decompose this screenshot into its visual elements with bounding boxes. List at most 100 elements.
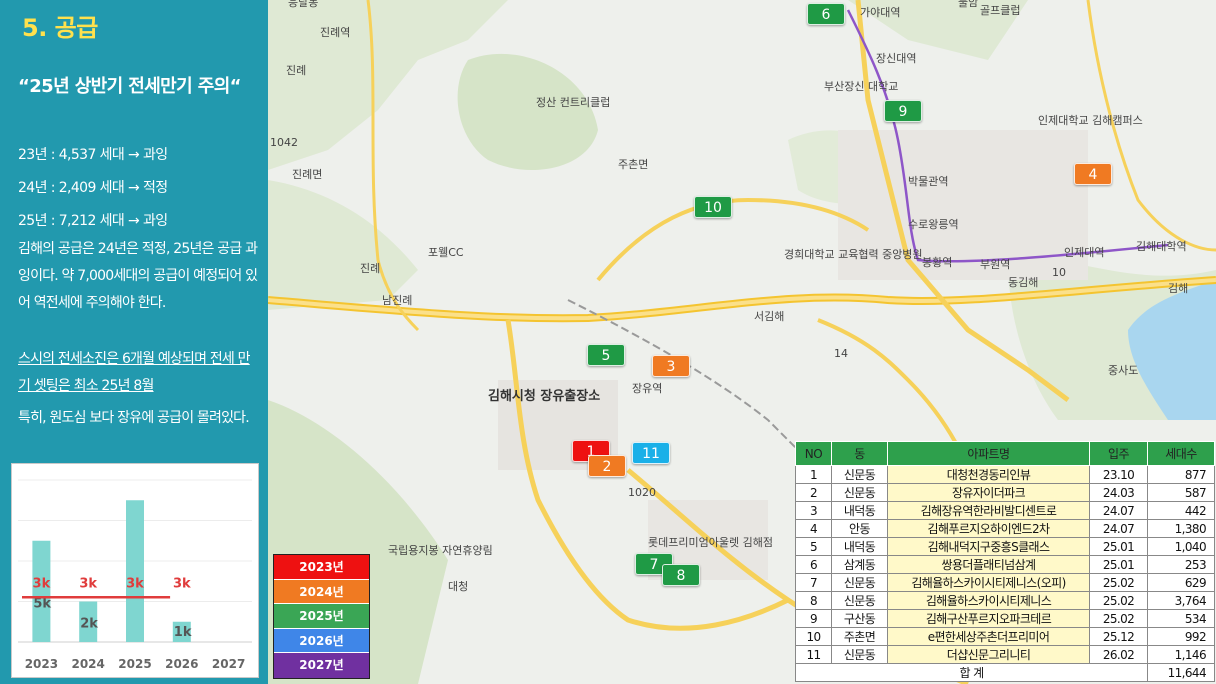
map-green-area: [457, 53, 598, 170]
map-label: 김해: [1168, 281, 1188, 295]
row-apartment: 김해율하스카이시티제니스: [887, 591, 1090, 610]
row-dong: 신문동: [831, 645, 888, 664]
map-label: 봉황역: [922, 256, 952, 269]
row-move-in: 25.01: [1089, 537, 1148, 556]
row-dong: 내덕동: [831, 501, 888, 520]
row-dong: 신문동: [831, 573, 888, 592]
row-move-in: 24.07: [1089, 519, 1148, 538]
map-label: 정산 컨트리클럽: [536, 95, 610, 109]
row-apartment: 김해장유역한라비발디센트로: [887, 501, 1090, 520]
headline: “25년 상반기 전세만기 주의“: [18, 76, 242, 97]
row-no: 9: [795, 609, 832, 628]
table-row: 11 신문동 더샵신문그리니티 26.02 1,146: [795, 645, 1215, 664]
row-households: 534: [1147, 609, 1215, 628]
row-households: 629: [1147, 573, 1215, 592]
row-households: 253: [1147, 555, 1215, 574]
map-label: 14: [834, 347, 848, 360]
marker-8[interactable]: 8: [662, 564, 700, 586]
total-value: 11,644: [1147, 663, 1215, 682]
map-label: 진례역: [320, 26, 350, 39]
table-row: 6 삼계동 쌍용더플래티넘삼계 25.01 253: [795, 555, 1215, 574]
row-apartment: e편한세상주촌더프리미어: [887, 627, 1090, 646]
row-apartment: 김해율하스카이시티제니스(오피): [887, 573, 1090, 592]
chart-tick-label: 2024: [71, 657, 104, 671]
chart-tick-label: 2025: [118, 657, 151, 671]
map-label: 인제대역: [1064, 246, 1104, 259]
map-label: 1042: [270, 136, 298, 149]
map-label: 응달동: [288, 0, 318, 9]
map-green-area: [268, 180, 418, 310]
legend-item-2024: 2024년: [274, 579, 369, 605]
total-label: 합 계: [795, 663, 1148, 682]
row-apartment: 김해내덕지구중흥S클래스: [887, 537, 1090, 556]
map-label: 서김해: [754, 309, 784, 323]
row-no: 7: [795, 573, 832, 592]
marker-11[interactable]: 11: [632, 442, 670, 464]
row-apartment: 대청천경동리인뷰: [887, 465, 1090, 484]
map-label: 박물관역: [908, 175, 948, 188]
apartment-supply-table: NO 동 아파트명 입주 세대수 1 신문동 대청천경동리인뷰 23.10 877 2 신문…: [795, 441, 1215, 682]
header-no: NO: [795, 441, 832, 466]
row-apartment: 장유자이더파크: [887, 483, 1090, 502]
map-label: 가야대역: [860, 6, 900, 19]
map-label: 대청: [448, 580, 468, 593]
table-body: 1 신문동 대청천경동리인뷰 23.10 877 2 신문동 장유자이더파크 24.03 587 3…: [795, 465, 1215, 664]
row-move-in: 25.01: [1089, 555, 1148, 574]
map-label: 주촌면: [618, 158, 648, 171]
row-move-in: 25.02: [1089, 609, 1148, 628]
left-panel: 5. 공급 “25년 상반기 전세만기 주의“ 23년 : 4,537 세대 →…: [0, 0, 268, 684]
chart-data-label: 1k: [174, 625, 192, 640]
row-no: 3: [795, 501, 832, 520]
row-no: 11: [795, 645, 832, 664]
marker-2[interactable]: 2: [588, 455, 626, 477]
row-no: 1: [795, 465, 832, 484]
chart-data-label: 2k: [80, 617, 98, 632]
map-road: [596, 197, 870, 282]
chart-reference-label: 3k: [126, 576, 144, 591]
row-move-in: 24.07: [1089, 501, 1148, 520]
year-legend: 2023년 2024년 2025년 2026년 2027년: [273, 554, 370, 679]
marker-5[interactable]: 5: [587, 344, 625, 366]
section-title: 5. 공급: [22, 14, 98, 42]
row-dong: 삼계동: [831, 555, 888, 574]
chart-tick-label: 2023: [25, 657, 58, 671]
row-households: 442: [1147, 501, 1215, 520]
row-households: 587: [1147, 483, 1215, 502]
row-dong: 신문동: [831, 591, 888, 610]
legend-item-2027: 2027년: [274, 653, 369, 678]
chart-tick-label: 2026: [165, 657, 198, 671]
row-households: 1,380: [1147, 519, 1215, 538]
table-row: 3 내덕동 김해장유역한라비발디센트로 24.07 442: [795, 501, 1215, 520]
marker-9[interactable]: 9: [884, 100, 922, 122]
map-label: 10: [1052, 266, 1066, 279]
row-households: 1,146: [1147, 645, 1215, 664]
area-paragraph: 특히, 원도심 보다 장유에 공급이 몰려있다.: [18, 410, 250, 426]
marker-10[interactable]: 10: [694, 196, 732, 218]
row-move-in: 24.03: [1089, 483, 1148, 502]
table-row: 7 신문동 김해율하스카이시티제니스(오피) 25.02 629: [795, 573, 1215, 592]
row-no: 8: [795, 591, 832, 610]
row-apartment: 김해푸르지오하이엔드2차: [887, 519, 1090, 538]
table-row: 1 신문동 대청천경동리인뷰 23.10 877: [795, 465, 1215, 484]
marker-4[interactable]: 4: [1074, 163, 1112, 185]
row-move-in: 23.10: [1089, 465, 1148, 484]
supply-paragraph: 김해의 공급은 24년은 적정, 25년은 공급 과잉이다. 약 7,000세대…: [18, 241, 258, 311]
map-label: 국립용지봉 자연휴양림: [388, 544, 493, 557]
map-label: 중사도: [1108, 364, 1138, 377]
map-label: 남진례: [382, 294, 412, 307]
chart-bar: [126, 500, 144, 642]
legend-item-2026: 2026년: [274, 628, 369, 654]
legend-item-2023: 2023년: [274, 555, 369, 580]
row-dong: 내덕동: [831, 537, 888, 556]
row-dong: 신문동: [831, 465, 888, 484]
row-households: 3,764: [1147, 591, 1215, 610]
header-households: 세대수: [1147, 441, 1215, 466]
legend-item-2025: 2025년: [274, 604, 369, 629]
lease-paragraph: 스시의 전세소진은 6개월 예상되며 전세 만기 셋팅은 최소 25년 8월: [18, 351, 251, 394]
map-label: 1020: [628, 486, 656, 499]
header-apartment: 아파트명: [887, 441, 1090, 466]
chart-reference-label: 3k: [79, 576, 97, 591]
row-dong: 안동: [831, 519, 888, 538]
marker-6[interactable]: 6: [807, 3, 845, 25]
marker-3[interactable]: 3: [652, 355, 690, 377]
